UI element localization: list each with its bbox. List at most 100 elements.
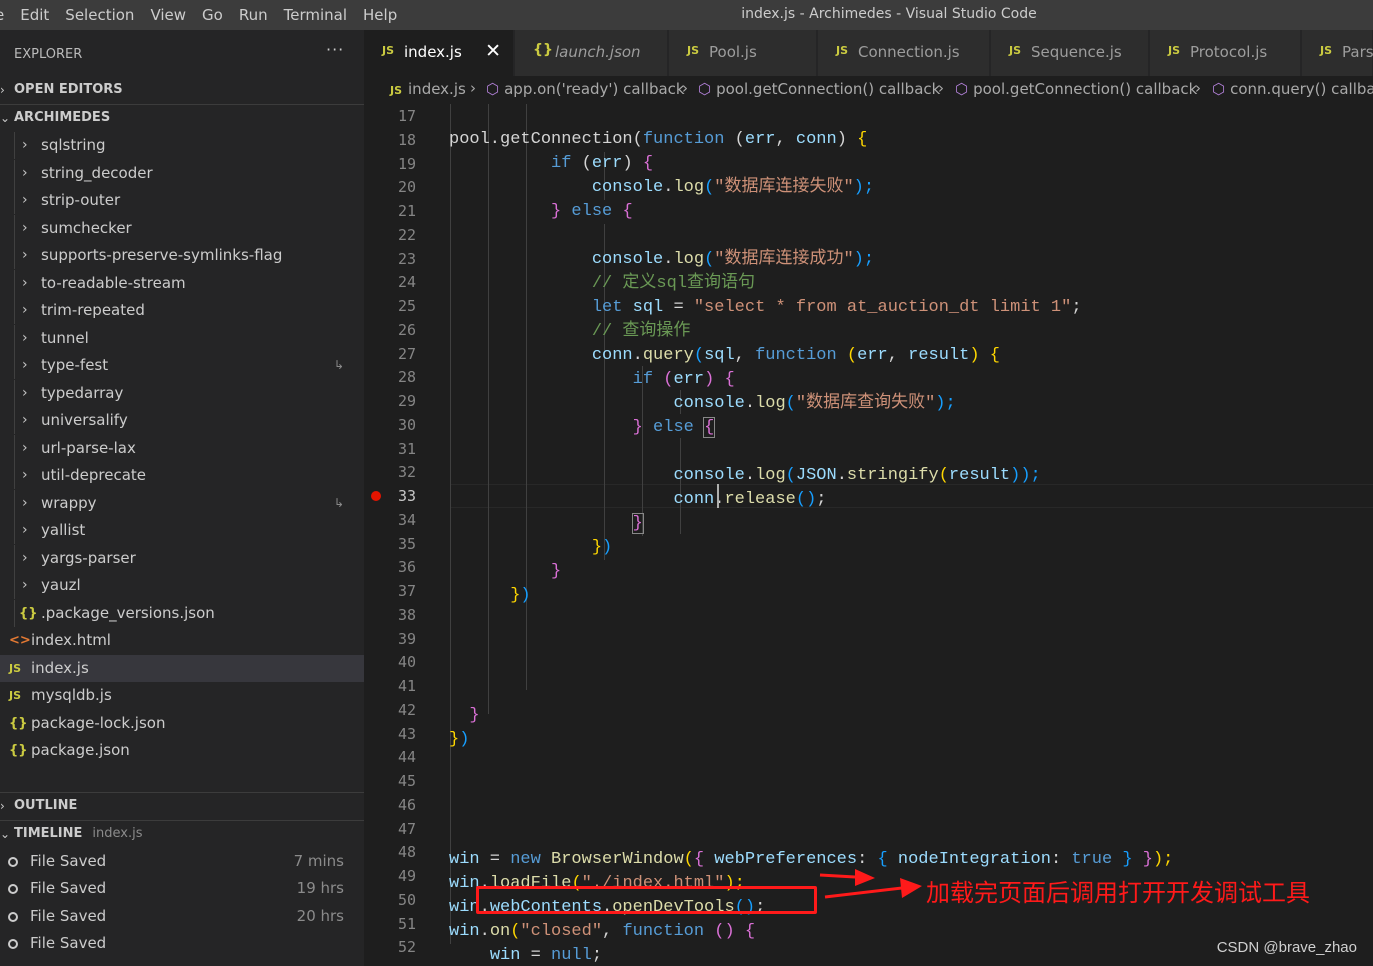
line-number: 31: [397, 439, 416, 458]
menu-file[interactable]: e: [0, 0, 12, 30]
folder-item[interactable]: › trim-repeated: [0, 297, 364, 324]
menu-help[interactable]: Help: [355, 0, 405, 30]
file-item[interactable]: <> index.html: [0, 627, 364, 654]
folder-label: type-fest: [41, 356, 109, 374]
file-item[interactable]: {} package-lock.json: [0, 710, 364, 737]
timeline-entry[interactable]: File Saved 20 hrs: [0, 903, 364, 930]
js-file-icon: JS: [687, 44, 700, 57]
code-line: console.log("数据库连接成功");: [591, 250, 875, 269]
code-line: }): [510, 586, 531, 605]
folder-item[interactable]: › string_decoder: [0, 160, 364, 187]
annotation-arrows: [819, 869, 922, 899]
folder-item[interactable]: › type-fest ↳: [0, 352, 364, 379]
open-editors-section[interactable]: › OPEN EDITORS: [0, 77, 364, 103]
timeline-entry[interactable]: File Saved 19 hrs: [0, 875, 364, 902]
folder-label: typedarray: [41, 384, 124, 402]
tab-parser-js[interactable]: JS Pars: [1302, 30, 1373, 76]
chevron-right-icon: ›: [22, 412, 28, 428]
tab-connection-js[interactable]: JS Connection.js: [818, 30, 990, 76]
folder-item[interactable]: › sqlstring: [0, 132, 364, 159]
breadcrumb-symbol[interactable]: ⬡ app.on('ready') callback: [486, 80, 685, 98]
chevron-right-icon: ›: [22, 467, 28, 483]
folder-item[interactable]: › strip-outer: [0, 187, 364, 214]
timeline-entry[interactable]: File Saved 7 mins: [0, 848, 364, 875]
chevron-right-icon: ›: [22, 495, 28, 511]
folder-item[interactable]: › yallist: [0, 517, 364, 544]
folder-item[interactable]: › supports-preserve-symlinks-flag: [0, 242, 364, 269]
file-label: mysqldb.js: [31, 686, 112, 704]
timeline-entry[interactable]: File Saved: [0, 930, 364, 957]
tab-index-js[interactable]: JS index.js ✕: [364, 30, 514, 76]
symlink-icon: ↳: [334, 496, 345, 510]
chevron-right-icon: ›: [22, 275, 28, 291]
code-line: } else {: [632, 417, 716, 438]
folder-item[interactable]: › sumchecker: [0, 215, 364, 242]
file-label: package.json: [31, 741, 130, 759]
folder-item[interactable]: › tunnel: [0, 325, 364, 352]
folder-label: util-deprecate: [41, 466, 147, 484]
line-number: 45: [397, 772, 416, 790]
js-file-icon: JS: [1320, 44, 1333, 57]
project-section[interactable]: ⌄ ARCHIMEDES: [0, 104, 364, 130]
line-number: 47: [397, 819, 416, 838]
folder-label: strip-outer: [41, 191, 121, 209]
menu-go[interactable]: Go: [194, 0, 231, 30]
tab-protocol-js[interactable]: JS Protocol.js: [1150, 30, 1301, 76]
indent-guide: [14, 297, 15, 324]
folder-item[interactable]: › yauzl: [0, 572, 364, 599]
chevron-right-icon: ›: [22, 385, 28, 401]
file-item[interactable]: {} package.json: [0, 737, 364, 764]
code-line: conn.query(sql, function (err, result) {: [591, 346, 1000, 365]
chevron-right-icon: ›: [22, 165, 28, 181]
indent-guide: [14, 517, 15, 544]
tab-pool-js[interactable]: JS Pool.js: [669, 30, 817, 76]
folder-label: string_decoder: [41, 164, 153, 182]
indent-guide: [14, 435, 15, 462]
code-line: }: [551, 562, 562, 581]
breadcrumb-symbol[interactable]: ⬡ pool.getConnection() callback: [955, 80, 1197, 98]
line-number: 41: [397, 677, 416, 695]
outline-section[interactable]: › OUTLINE: [0, 792, 364, 818]
timeline-section[interactable]: ⌄ TIMELINE index.js: [0, 820, 364, 846]
tab-launch-json[interactable]: {} launch.json: [515, 30, 668, 76]
indent-guide: [14, 572, 15, 599]
more-actions-icon[interactable]: ···: [326, 40, 344, 59]
breadcrumb-file[interactable]: JS index.js: [390, 80, 466, 98]
close-icon[interactable]: ✕: [485, 40, 501, 62]
folder-label: yauzl: [41, 576, 81, 594]
file-item[interactable]: JS index.js: [0, 655, 364, 682]
breadcrumb-symbol[interactable]: ⬡ pool.getConnection() callback: [698, 80, 940, 98]
chevron-down-icon: ⌄: [0, 111, 11, 125]
js-file-icon: JS: [390, 84, 403, 97]
file-item[interactable]: {} .package_versions.json: [0, 600, 364, 627]
chevron-right-icon: ›: [22, 440, 28, 456]
folder-item[interactable]: › yargs-parser: [0, 545, 364, 572]
file-item[interactable]: JS mysqldb.js: [0, 682, 364, 709]
folder-label: wrappy: [41, 494, 97, 512]
code-line: }: [631, 513, 644, 534]
title-bar: e Edit Selection View Go Run Terminal He…: [0, 0, 1373, 30]
folder-item[interactable]: › universalify: [0, 407, 364, 434]
breadcrumb-symbol[interactable]: ⬡ conn.query() callbac: [1212, 80, 1373, 98]
indent-guide: [14, 187, 15, 214]
folder-item[interactable]: › util-deprecate: [0, 462, 364, 489]
menu-terminal[interactable]: Terminal: [276, 0, 355, 30]
folder-item[interactable]: › url-parse-lax: [0, 435, 364, 462]
menu-edit[interactable]: Edit: [12, 0, 57, 30]
indent-guide: [14, 462, 15, 489]
menu-run[interactable]: Run: [231, 0, 276, 30]
tab-sequence-js[interactable]: JS Sequence.js: [991, 30, 1149, 76]
menu-bar: e Edit Selection View Go Run Terminal He…: [0, 0, 405, 30]
menu-view[interactable]: View: [142, 0, 194, 30]
menu-selection[interactable]: Selection: [57, 0, 142, 30]
folder-item[interactable]: › typedarray: [0, 380, 364, 407]
chevron-right-icon: ›: [0, 83, 5, 97]
code-editor[interactable]: 17 18 19 20 21 22 23 24 25 26 27 28 29 30 31 32 33 34 35 36…: [364, 104, 1373, 966]
folder-label: yargs-parser: [41, 549, 136, 567]
folder-item[interactable]: › to-readable-stream: [0, 270, 364, 297]
symbol-method-icon: ⬡: [486, 80, 500, 98]
js-icon: JS: [9, 689, 22, 702]
line-number: 40: [397, 653, 416, 672]
json-braces-icon: {}: [19, 606, 38, 621]
folder-item[interactable]: › wrappy ↳: [0, 490, 364, 517]
